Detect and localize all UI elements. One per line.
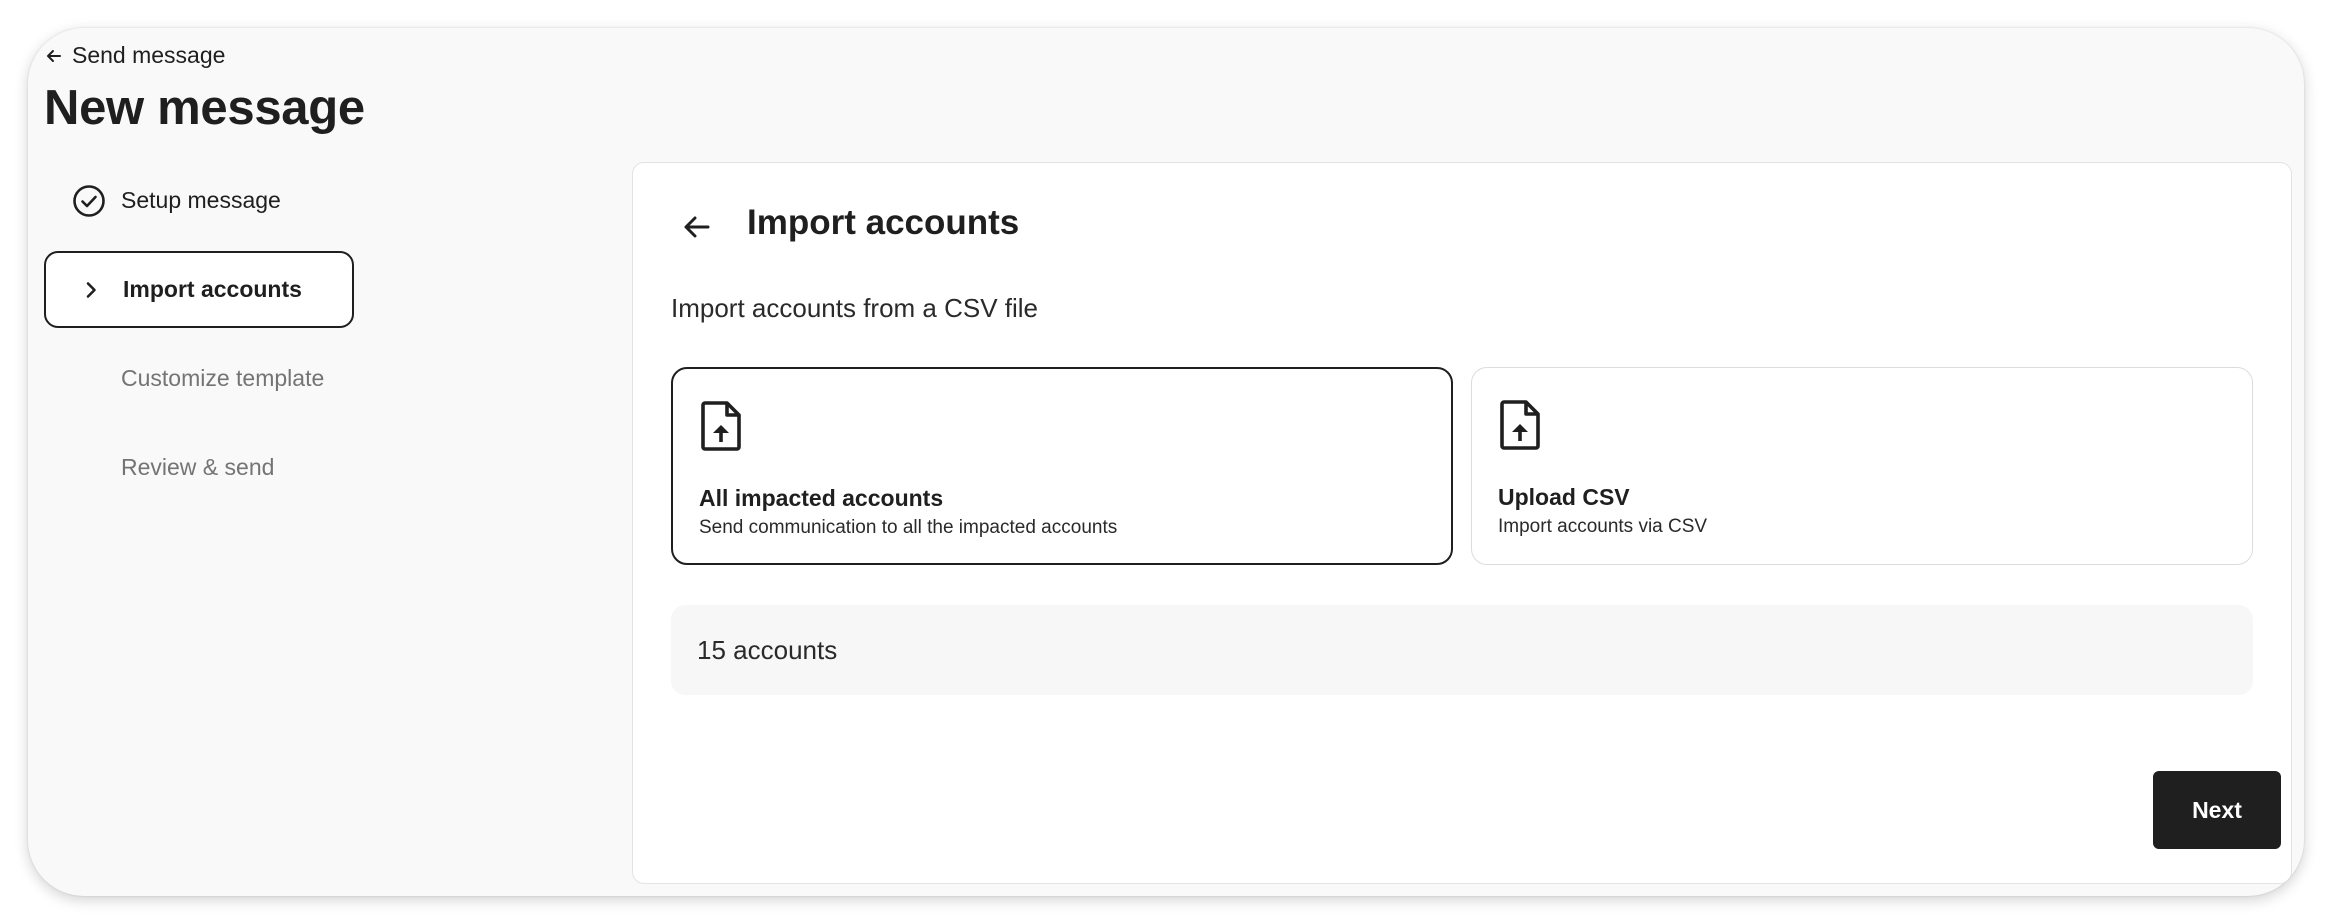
panel-subtitle: Import accounts from a CSV file <box>671 293 1039 323</box>
step-label: Import accounts <box>123 276 302 302</box>
option-description: Import accounts via CSV <box>1498 516 1708 537</box>
import-accounts-panel: Import accounts Import accounts from a C… <box>632 162 2292 884</box>
step-label: Customize template <box>121 365 325 391</box>
arrow-left-icon <box>47 49 61 62</box>
check-circle-icon <box>72 184 106 218</box>
option-all-impacted-accounts[interactable]: All impacted accounts Send communication… <box>671 367 1453 565</box>
option-title: All impacted accounts <box>699 485 944 511</box>
step-customize-template[interactable]: Customize template <box>44 340 354 417</box>
panel-back-button[interactable] <box>675 205 719 249</box>
app-window: Send message New message Setup message I… <box>28 28 2304 896</box>
arrow-left-icon <box>684 216 710 238</box>
step-label: Review & send <box>121 454 275 480</box>
file-upload-icon <box>701 401 741 451</box>
step-label: Setup message <box>121 187 281 213</box>
accounts-count: 15 accounts <box>671 605 2253 695</box>
file-upload-icon <box>1500 400 1540 450</box>
back-to-send-message-link[interactable]: Send message <box>44 42 225 69</box>
step-import-accounts[interactable]: Import accounts <box>44 251 354 328</box>
next-button[interactable]: Next <box>2153 771 2281 849</box>
option-title: Upload CSV <box>1498 484 1630 510</box>
stepper: Setup message Import accounts Customize … <box>44 162 354 518</box>
option-description: Send communication to all the impacted a… <box>699 517 1118 538</box>
option-upload-csv[interactable]: Upload CSV Import accounts via CSV <box>1471 367 2253 565</box>
step-review-send[interactable]: Review & send <box>44 429 354 506</box>
chevron-right-icon <box>74 273 108 307</box>
panel-title: Import accounts <box>747 203 1020 242</box>
step-setup-message[interactable]: Setup message <box>44 162 354 239</box>
page-title: New message <box>44 81 365 135</box>
back-link-label: Send message <box>72 42 226 68</box>
